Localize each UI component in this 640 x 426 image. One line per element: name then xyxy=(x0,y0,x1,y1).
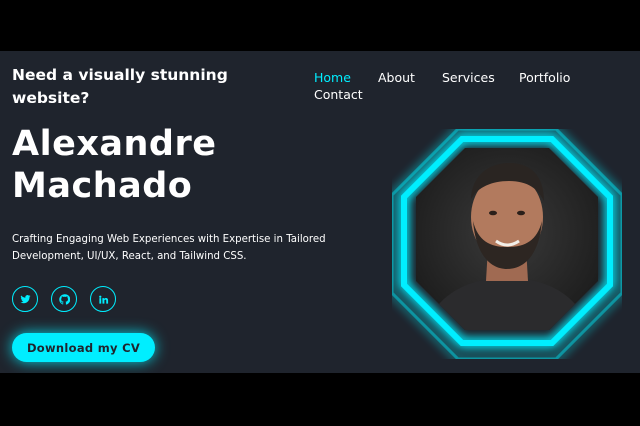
download-cv-button[interactable]: Download my CV xyxy=(12,333,155,362)
hero-name-last: Machado xyxy=(12,166,193,206)
twitter-icon xyxy=(19,294,31,303)
nav-link-services[interactable]: Services xyxy=(442,69,495,86)
nav-link-contact[interactable]: Contact xyxy=(314,86,363,103)
profile-photo xyxy=(390,127,624,361)
nav-link-portfolio[interactable]: Portfolio xyxy=(519,69,570,86)
linkedin-icon xyxy=(98,295,108,304)
twitter-link[interactable] xyxy=(12,286,38,312)
hero-section: Need a visually stunning website? Home A… xyxy=(0,51,640,373)
nav-link-about[interactable]: About xyxy=(378,69,415,86)
linkedin-link[interactable] xyxy=(90,286,116,312)
hero-intro: Crafting Engaging Web Experiences with E… xyxy=(12,234,326,262)
hero-name: Alexandre Machado xyxy=(12,123,217,207)
github-link[interactable] xyxy=(51,286,77,312)
hero-name-first: Alexandre xyxy=(12,124,217,164)
github-icon xyxy=(58,293,70,305)
profile-photo-frame xyxy=(390,127,624,361)
nav-link-home[interactable]: Home xyxy=(314,69,351,86)
site-tagline: Need a visually stunning website? xyxy=(12,66,228,107)
